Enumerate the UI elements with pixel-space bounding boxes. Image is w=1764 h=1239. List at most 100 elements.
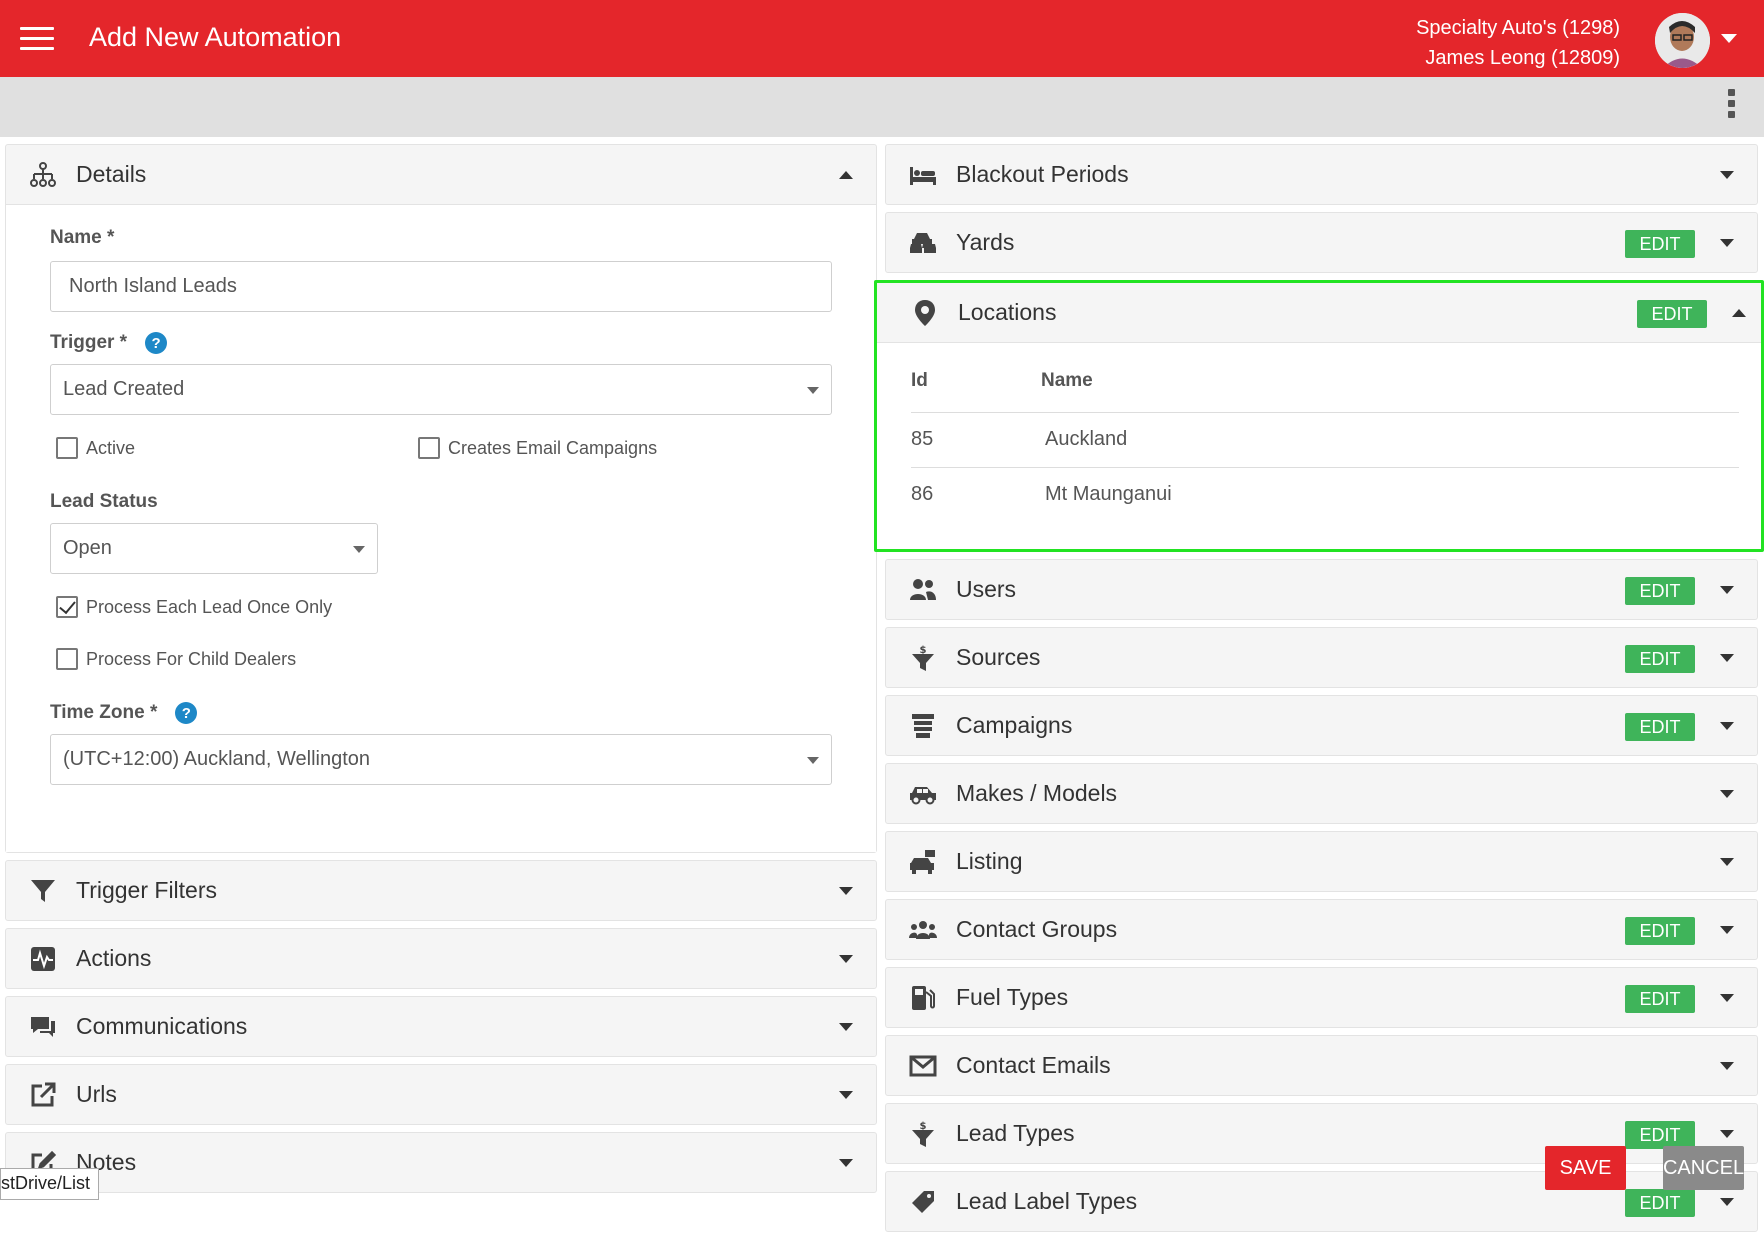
menu-icon[interactable]: [20, 27, 54, 51]
actions-title: Actions: [76, 945, 152, 971]
more-options-icon[interactable]: [1728, 89, 1736, 123]
table-row[interactable]: 86 Mt Maunganui: [911, 467, 1739, 522]
chevron-down-icon[interactable]: [1720, 1062, 1734, 1070]
active-checkbox-label: Active: [86, 437, 136, 458]
lead-label-types-panel[interactable]: Lead Label Types EDIT: [885, 1171, 1758, 1232]
blackout-periods-panel[interactable]: Blackout Periods: [885, 144, 1758, 205]
yards-header[interactable]: Yards EDIT: [886, 213, 1757, 272]
notes-header[interactable]: Notes: [6, 1133, 876, 1192]
chevron-down-icon[interactable]: [1720, 1198, 1734, 1206]
communications-panel[interactable]: Communications: [5, 996, 877, 1057]
help-icon[interactable]: ?: [175, 702, 198, 724]
car-listing-icon: [908, 847, 938, 877]
chevron-down-icon[interactable]: [839, 955, 853, 963]
notes-panel[interactable]: Notes: [5, 1132, 877, 1193]
avatar[interactable]: [1655, 13, 1710, 68]
yards-panel[interactable]: Yards EDIT: [885, 212, 1758, 273]
lead-types-edit-button[interactable]: EDIT: [1625, 1121, 1695, 1149]
fuel-types-panel[interactable]: Fuel Types EDIT: [885, 967, 1758, 1028]
chevron-up-icon[interactable]: [1732, 309, 1746, 317]
campaigns-header[interactable]: Campaigns EDIT: [886, 696, 1757, 755]
chevron-down-icon[interactable]: [1720, 586, 1734, 594]
trigger-filters-panel[interactable]: Trigger Filters: [5, 860, 877, 921]
sources-edit-button[interactable]: EDIT: [1625, 645, 1695, 673]
active-checkbox[interactable]: Active: [50, 437, 418, 459]
process-child-checkbox-box[interactable]: [56, 648, 78, 670]
lead-status-select[interactable]: Open: [50, 523, 378, 574]
process-once-checkbox-box[interactable]: [56, 596, 78, 618]
chevron-down-icon[interactable]: [1720, 790, 1734, 798]
process-once-checkbox[interactable]: Process Each Lead Once Only: [50, 596, 832, 618]
process-child-checkbox[interactable]: Process For Child Dealers: [50, 648, 832, 670]
pulse-icon: [28, 944, 58, 974]
chevron-down-icon[interactable]: [1720, 858, 1734, 866]
chevron-down-icon[interactable]: [1720, 994, 1734, 1002]
blackout-periods-header[interactable]: Blackout Periods: [886, 145, 1757, 204]
chevron-down-icon[interactable]: [1720, 1130, 1734, 1138]
help-icon[interactable]: ?: [145, 332, 168, 354]
lead-types-panel[interactable]: $ Lead Types EDIT: [885, 1103, 1758, 1164]
fuel-types-edit-button[interactable]: EDIT: [1625, 985, 1695, 1013]
actions-header[interactable]: Actions: [6, 929, 876, 988]
creates-email-checkbox-box[interactable]: [418, 437, 440, 459]
users-header[interactable]: Users EDIT: [886, 560, 1757, 619]
sources-panel[interactable]: $ Sources EDIT: [885, 627, 1758, 688]
users-edit-button[interactable]: EDIT: [1625, 577, 1695, 605]
lead-label-types-title: Lead Label Types: [956, 1188, 1138, 1214]
details-panel-header[interactable]: Details: [6, 145, 876, 204]
chevron-down-icon[interactable]: [1720, 722, 1734, 730]
communications-header[interactable]: Communications: [6, 997, 876, 1056]
chevron-down-icon[interactable]: [1720, 926, 1734, 934]
contact-emails-header[interactable]: Contact Emails: [886, 1036, 1757, 1095]
users-panel[interactable]: Users EDIT: [885, 559, 1758, 620]
makes-models-panel[interactable]: Makes / Models: [885, 763, 1758, 824]
fuel-types-header[interactable]: Fuel Types EDIT: [886, 968, 1757, 1027]
contact-emails-panel[interactable]: Contact Emails: [885, 1035, 1758, 1096]
user-menu-caret-icon[interactable]: [1721, 34, 1737, 43]
urls-header[interactable]: Urls: [6, 1065, 876, 1124]
locations-header[interactable]: Locations EDIT: [877, 283, 1761, 342]
lead-types-header[interactable]: $ Lead Types EDIT: [886, 1104, 1757, 1163]
checkbox-group-1: Active Creates Email Campaigns: [50, 437, 832, 459]
listing-header[interactable]: Listing: [886, 832, 1757, 891]
contact-groups-edit-button[interactable]: EDIT: [1625, 917, 1695, 945]
timezone-select[interactable]: (UTC+12:00) Auckland, Wellington: [50, 734, 832, 785]
save-button[interactable]: SAVE: [1545, 1146, 1626, 1190]
right-column: Blackout Periods Yards EDIT Locations ED…: [874, 144, 1764, 1239]
creates-email-checkbox-label: Creates Email Campaigns: [448, 437, 658, 458]
chevron-down-icon[interactable]: [839, 1091, 853, 1099]
chevron-down-icon[interactable]: [839, 1023, 853, 1031]
chevron-down-icon[interactable]: [1720, 171, 1734, 179]
sources-header[interactable]: $ Sources EDIT: [886, 628, 1757, 687]
lead-label-types-edit-button[interactable]: EDIT: [1625, 1189, 1695, 1217]
actions-panel[interactable]: Actions: [5, 928, 877, 989]
cancel-button[interactable]: CANCEL: [1663, 1146, 1744, 1190]
trigger-select[interactable]: Lead Created: [50, 364, 832, 415]
campaigns-panel[interactable]: Campaigns EDIT: [885, 695, 1758, 756]
chevron-down-icon[interactable]: [839, 1159, 853, 1167]
contact-groups-panel[interactable]: Contact Groups EDIT: [885, 899, 1758, 960]
process-once-label: Process Each Lead Once Only: [86, 596, 333, 617]
chevron-down-icon[interactable]: [1720, 239, 1734, 247]
name-input[interactable]: North Island Leads: [50, 261, 832, 312]
collapse-caret-icon[interactable]: [839, 171, 853, 179]
lead-label-types-header[interactable]: Lead Label Types EDIT: [886, 1172, 1757, 1231]
yards-edit-button[interactable]: EDIT: [1625, 230, 1695, 258]
contact-groups-header[interactable]: Contact Groups EDIT: [886, 900, 1757, 959]
fuel-types-title: Fuel Types: [956, 984, 1069, 1010]
creates-email-checkbox[interactable]: Creates Email Campaigns: [418, 437, 657, 459]
toolbar: [0, 77, 1764, 137]
chevron-down-icon[interactable]: [839, 887, 853, 895]
listing-panel[interactable]: Listing: [885, 831, 1758, 892]
active-checkbox-box[interactable]: [56, 437, 78, 459]
campaigns-edit-button[interactable]: EDIT: [1625, 713, 1695, 741]
urls-panel[interactable]: Urls: [5, 1064, 877, 1125]
trigger-filters-header[interactable]: Trigger Filters: [6, 861, 876, 920]
locations-edit-button[interactable]: EDIT: [1637, 300, 1707, 328]
car-side-icon: [908, 779, 938, 809]
chevron-down-icon[interactable]: [1720, 654, 1734, 662]
table-row[interactable]: 85 Auckland: [911, 412, 1739, 468]
trigger-label-text: Trigger *: [50, 332, 128, 353]
layer-stack-icon: [908, 711, 938, 741]
makes-models-header[interactable]: Makes / Models: [886, 764, 1757, 823]
